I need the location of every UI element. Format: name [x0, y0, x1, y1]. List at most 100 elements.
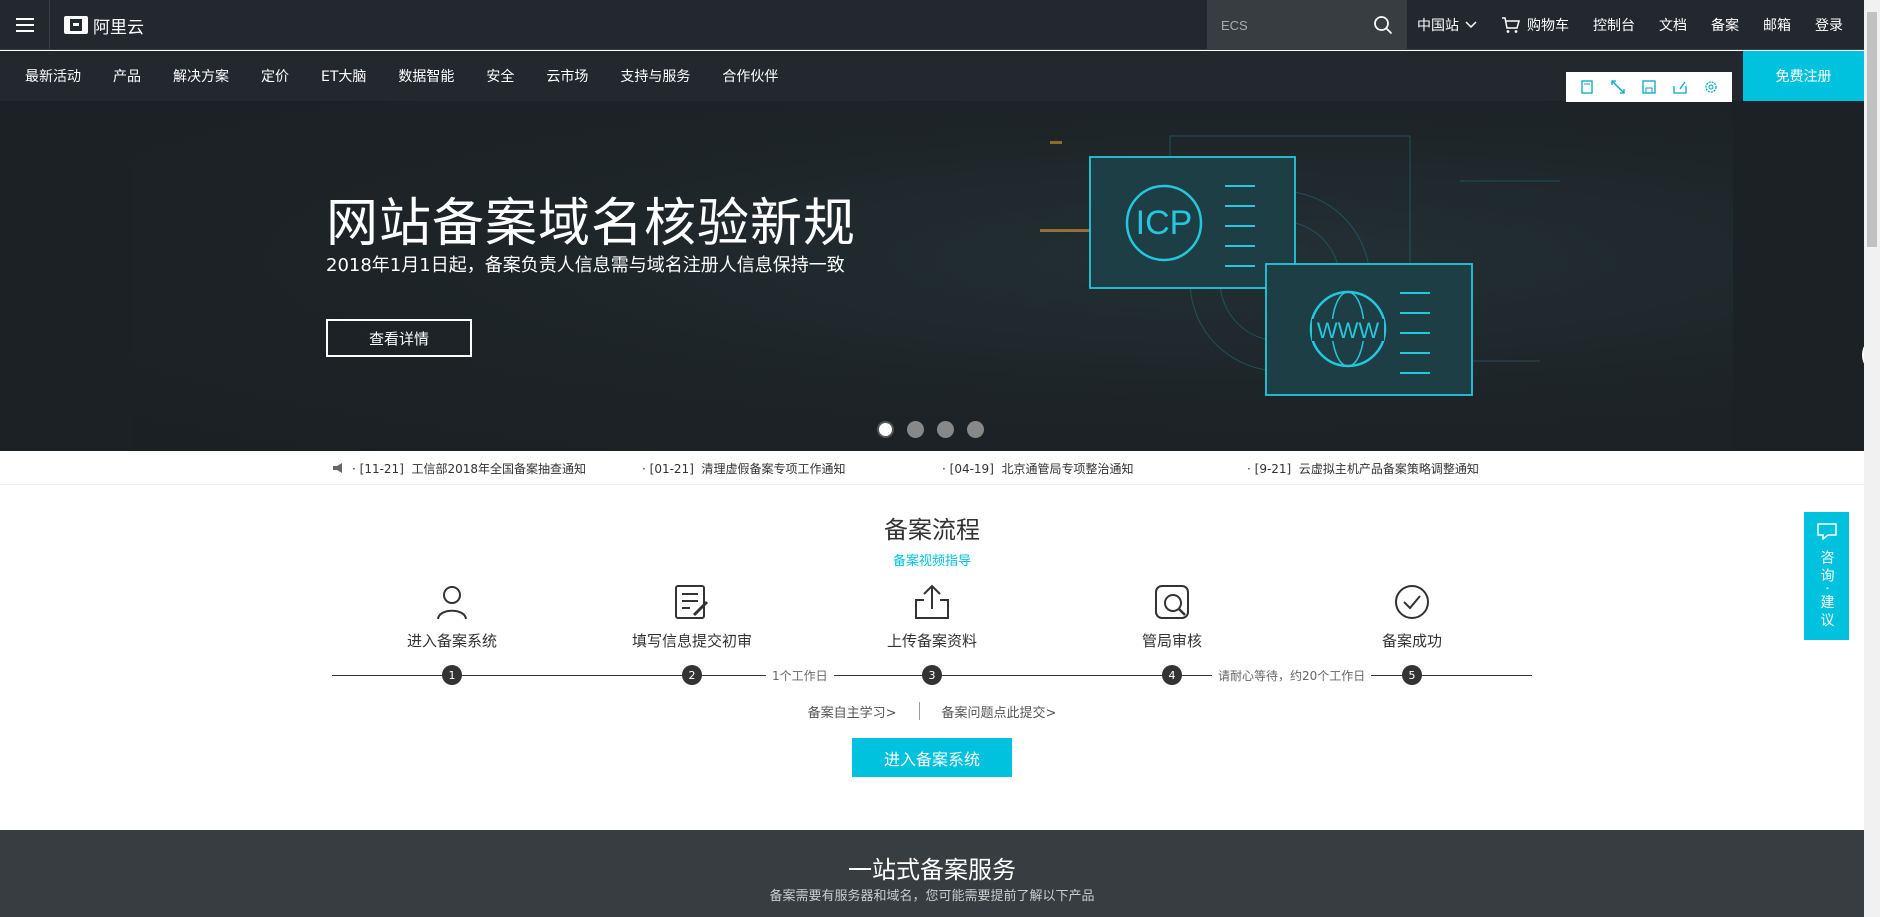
- chat-icon: [1816, 523, 1837, 540]
- icp-www-illustration: ICP WWW: [1040, 135, 1560, 396]
- consult-label: 咨询·建议: [1818, 550, 1835, 631]
- carousel-dot-1[interactable]: [877, 421, 894, 438]
- service-title: 一站式备案服务: [848, 856, 1016, 884]
- aliyun-logo-icon: [64, 16, 88, 34]
- carousel-dot-4[interactable]: [967, 421, 984, 438]
- divider: [918, 702, 920, 720]
- timeline-note-20-days: 请耐心等待，约20个工作日: [1212, 667, 1372, 684]
- check-circle-icon: [1392, 582, 1432, 622]
- save-icon[interactable]: [1640, 78, 1658, 96]
- step-fill-info: 填写信息提交初审: [592, 582, 792, 651]
- logo-text: 阿里云: [93, 17, 144, 38]
- login-link[interactable]: 登录: [1815, 15, 1843, 35]
- art-www-text: WWW: [1317, 318, 1380, 343]
- notice-text: 北京通管局专项整治通知: [1001, 461, 1134, 476]
- docs-link[interactable]: 文档: [1659, 15, 1687, 35]
- nav-item-et-brain[interactable]: ET大脑: [321, 66, 366, 86]
- notice-item[interactable]: · [04-19] 北京通管局专项整治通知: [942, 460, 1247, 477]
- banner-subtitle: 2018年1月1日起，备案负责人信息需与域名注册人信息保持一致: [326, 255, 845, 276]
- aliyun-logo[interactable]: 阿里云: [64, 12, 144, 38]
- service-subtitle: 备案需要有服务器和域名，您可能需要提前了解以下产品: [769, 889, 1095, 904]
- nav-item-pricing[interactable]: 定价: [261, 66, 289, 86]
- user-icon: [432, 582, 472, 622]
- cart-label: 购物车: [1527, 18, 1569, 34]
- expand-icon[interactable]: [1609, 78, 1627, 96]
- nav-item-support[interactable]: 支持与服务: [620, 66, 690, 86]
- step-number-4: 4: [1162, 665, 1182, 685]
- notice-item[interactable]: · [01-21] 清理虚假备案专项工作通知: [642, 460, 942, 477]
- step-bureau-review: 管局审核: [1072, 582, 1272, 651]
- step-success: 备案成功: [1312, 582, 1512, 651]
- video-guide-link: 备案视频指导: [0, 550, 1864, 569]
- step-number-1: 1: [442, 665, 462, 685]
- self-study-link[interactable]: 备案自主学习>: [808, 702, 897, 721]
- notice-date: [11-21]: [359, 461, 404, 476]
- notice-text: 清理虚假备案专项工作通知: [701, 461, 846, 476]
- edit-form-icon: [672, 582, 712, 622]
- step-label: 上传备案资料: [886, 632, 977, 650]
- hero-banner: 网站备案域名核验新规 2018年1月1日起，备案负责人信息需与域名注册人信息保持…: [0, 101, 1864, 451]
- process-title: 备案流程: [884, 516, 980, 544]
- notice-date: [9-21]: [1254, 461, 1292, 476]
- search-box: [1207, 0, 1407, 50]
- carousel-dot-3[interactable]: [937, 421, 954, 438]
- scrollbar-thumb[interactable]: [1867, 12, 1877, 247]
- mail-link[interactable]: 邮箱: [1763, 15, 1791, 35]
- nav-item-security[interactable]: 安全: [486, 66, 514, 86]
- page-icon[interactable]: [1578, 78, 1596, 96]
- notice-row: · [11-21] 工信部2018年全国备案抽查通知 · [01-21] 清理虚…: [332, 451, 1479, 485]
- region-selector[interactable]: 中国站: [1417, 15, 1477, 35]
- step-enter-system: 进入备案系统: [352, 582, 552, 651]
- help-links: 备案自主学习> 备案问题点此提交>: [0, 702, 1864, 721]
- top-links: 中国站 购物车 控制台 文档 备案 邮箱 登录: [1417, 0, 1843, 50]
- share-icon[interactable]: [1671, 78, 1689, 96]
- consult-suggest-button[interactable]: 咨询·建议: [1804, 512, 1849, 640]
- video-guide-link-text[interactable]: 备案视频指导: [893, 554, 971, 569]
- upload-icon: [912, 582, 952, 622]
- icp-filing-link[interactable]: 备案: [1711, 15, 1739, 35]
- enter-filing-system-button[interactable]: 进入备案系统: [852, 738, 1012, 777]
- search-icon[interactable]: [1373, 15, 1393, 35]
- step-label: 管局审核: [1141, 632, 1202, 650]
- search-input[interactable]: [1221, 15, 1371, 35]
- cart-icon: [1502, 17, 1520, 33]
- free-signup-button[interactable]: 免费注册: [1743, 51, 1864, 101]
- nav-item-solutions[interactable]: 解决方案: [173, 66, 229, 86]
- timeline-note-1-day: 1个工作日: [766, 667, 834, 684]
- region-label: 中国站: [1417, 18, 1459, 34]
- gear-icon[interactable]: [1702, 78, 1720, 96]
- notice-text: 云虚拟主机产品备案策略调整通知: [1298, 461, 1479, 476]
- nav-item-partners[interactable]: 合作伙伴: [722, 66, 778, 86]
- view-details-button[interactable]: 查看详情: [326, 319, 472, 357]
- banner-title: 网站备案域名核验新规: [326, 194, 857, 254]
- megaphone-icon: [333, 463, 342, 473]
- notice-item[interactable]: · [9-21] 云虚拟主机产品备案策略调整通知: [1247, 460, 1479, 477]
- notice-item[interactable]: · [11-21] 工信部2018年全国备案抽查通知: [352, 460, 642, 477]
- carousel-dots: [877, 421, 997, 438]
- art-icp-text: ICP: [1136, 204, 1193, 242]
- step-number-3: 3: [922, 665, 942, 685]
- review-search-icon: [1152, 582, 1192, 622]
- cart-link[interactable]: 购物车: [1501, 15, 1569, 35]
- carousel-dot-2[interactable]: [907, 421, 924, 438]
- nav-item-products[interactable]: 产品: [113, 66, 141, 86]
- nav-item-data-intelligence[interactable]: 数据智能: [398, 66, 454, 86]
- step-label: 填写信息提交初审: [631, 632, 752, 650]
- notice-date: [01-21]: [649, 461, 694, 476]
- notice-text: 工信部2018年全国备案抽查通知: [411, 461, 587, 476]
- nav-item-latest[interactable]: 最新活动: [25, 66, 81, 86]
- notice-date: [04-19]: [949, 461, 994, 476]
- nav-items: 最新活动 产品 解决方案 定价 ET大脑 数据智能 安全 云市场 支持与服务 合…: [25, 51, 810, 101]
- hamburger-menu-icon[interactable]: [0, 0, 50, 50]
- nav-item-marketplace[interactable]: 云市场: [546, 66, 588, 86]
- step-number-5: 5: [1402, 665, 1422, 685]
- top-bar: 阿里云 中国站 购物车 控制台 文档 备案 邮箱 登录: [0, 0, 1864, 50]
- console-link[interactable]: 控制台: [1593, 15, 1635, 35]
- step-upload: 上传备案资料: [832, 582, 1032, 651]
- step-label: 备案成功: [1381, 632, 1442, 650]
- submit-question-link[interactable]: 备案问题点此提交>: [942, 702, 1057, 721]
- notice-bar: · [11-21] 工信部2018年全国备案抽查通知 · [01-21] 清理虚…: [0, 451, 1864, 485]
- step-label: 进入备案系统: [406, 632, 497, 650]
- one-stop-service-section: 一站式备案服务 备案需要有服务器和域名，您可能需要提前了解以下产品: [0, 830, 1864, 917]
- step-number-2: 2: [682, 665, 702, 685]
